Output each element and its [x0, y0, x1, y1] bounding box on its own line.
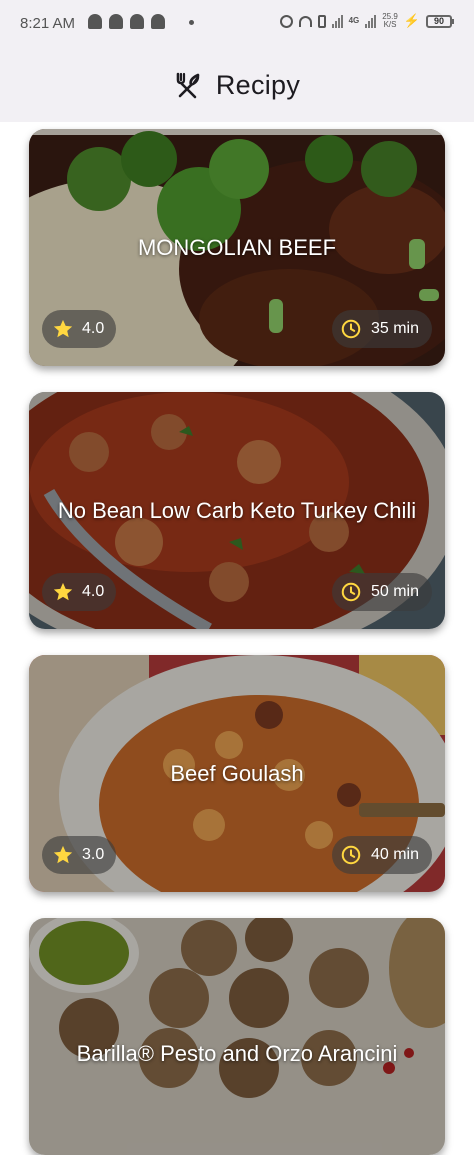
time-badge: 50 min: [331, 573, 432, 611]
status-indicators: 4G 25.9 K/S ⚡ 90: [279, 13, 454, 29]
recipe-card[interactable]: Beef Goulash 3.0 40 min: [29, 655, 445, 892]
clock-icon: [341, 845, 361, 865]
recipe-title: Beef Goulash: [170, 760, 304, 786]
snapchat-icon: [151, 14, 165, 29]
app-title: Recipy: [215, 69, 301, 100]
signal-icon: [331, 14, 343, 28]
speed-unit: K/S: [383, 20, 397, 29]
rating-badge: 4.0: [42, 573, 117, 611]
cook-time: 40 min: [370, 846, 419, 863]
status-bar: 8:21 AM 4G 25.9 K/S ⚡ 90: [0, 0, 474, 48]
rating-badge: 3.0: [42, 836, 117, 874]
rating-value: 3.0: [82, 846, 105, 863]
vibrate-icon: [317, 14, 326, 28]
app-bar: Recipy: [0, 48, 474, 122]
cook-time: 35 min: [370, 320, 419, 337]
rating-value: 4.0: [82, 320, 105, 337]
battery-level: 90: [433, 16, 444, 26]
clock-icon: [341, 582, 361, 602]
recipe-title: No Bean Low Carb Keto Turkey Chili: [57, 497, 417, 523]
charging-bolt-icon: ⚡: [403, 13, 420, 28]
alarm-icon: [279, 14, 293, 28]
headset-icon: [298, 15, 312, 27]
recipe-card[interactable]: No Bean Low Carb Keto Turkey Chili 4.0 5…: [29, 392, 445, 629]
time-badge: 40 min: [331, 836, 432, 874]
time-badge: 35 min: [331, 310, 432, 348]
battery-icon: 90: [426, 14, 454, 28]
recipe-title: Barilla® Pesto and Orzo Arancini: [76, 1041, 398, 1066]
fork-knife-icon: [176, 72, 200, 99]
network-speed: 25.9 K/S: [382, 13, 398, 29]
clock-icon: [341, 319, 361, 339]
snapchat-icon: [109, 14, 123, 29]
signal-icon-2: [365, 14, 377, 28]
snapchat-icon: [130, 14, 144, 29]
star-icon: [53, 845, 73, 864]
rating-value: 4.0: [82, 583, 105, 600]
status-time: 8:21 AM: [20, 15, 76, 32]
notification-icons: [88, 14, 165, 29]
recipe-card[interactable]: MONGOLIAN BEEF 4.0 35 min: [29, 129, 445, 366]
snapchat-icon: [88, 14, 102, 29]
rating-badge: 4.0: [42, 310, 117, 348]
more-notifications-dot-icon: [189, 20, 194, 25]
recipe-title: MONGOLIAN BEEF: [137, 234, 337, 260]
cook-time: 50 min: [370, 583, 419, 600]
star-icon: [53, 582, 73, 601]
network-type: 4G: [348, 16, 360, 25]
star-icon: [53, 319, 73, 338]
recipe-card[interactable]: Barilla® Pesto and Orzo Arancini: [29, 918, 445, 1155]
